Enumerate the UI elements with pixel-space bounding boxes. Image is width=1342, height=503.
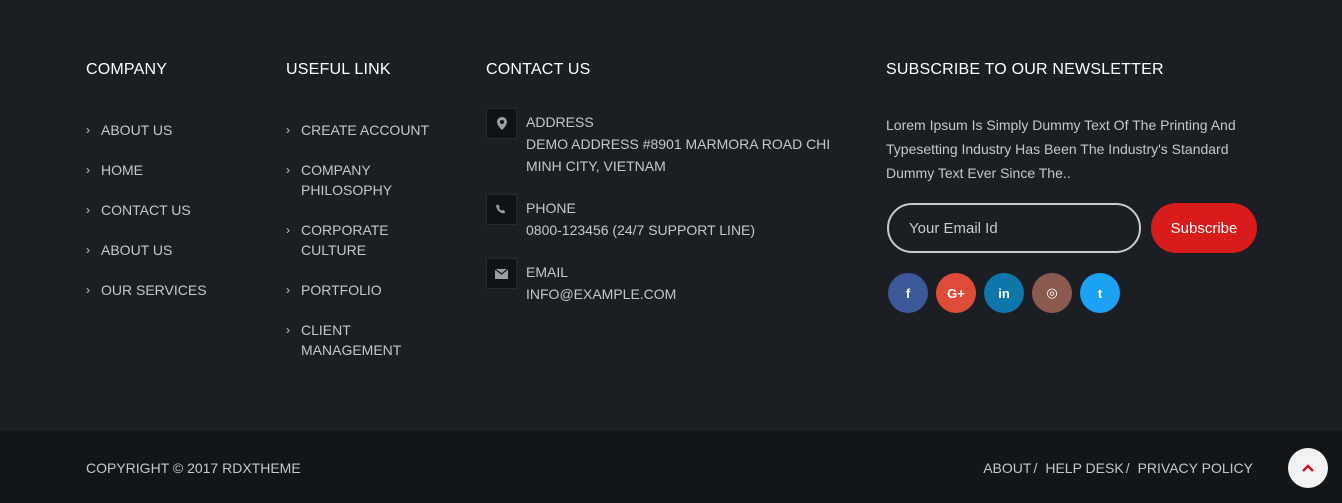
bottom-link-about[interactable]: ABOUT xyxy=(983,458,1031,478)
twitter-icon[interactable]: t xyxy=(1080,273,1120,313)
chevron-right-icon: › xyxy=(86,123,90,137)
phone-value: 0800-123456 (24/7 SUPPORT LINE) xyxy=(526,222,756,238)
company-links: › ABOUT US › HOME › CONTACT US › ABOUT US › O… xyxy=(86,120,266,300)
useful-link-portfolio[interactable]: › PORTFOLIO xyxy=(286,280,466,300)
company-link-our-services[interactable]: › OUR SERVICES xyxy=(86,280,266,300)
scroll-to-top-button[interactable] xyxy=(1288,448,1328,488)
phone-icon xyxy=(486,194,517,225)
bottom-link-privacy-policy[interactable]: PRIVACY POLICY xyxy=(1138,458,1253,478)
chevron-right-icon: › xyxy=(286,223,290,237)
google-plus-icon[interactable]: G+ xyxy=(936,273,976,313)
chevron-right-icon: › xyxy=(86,163,90,177)
useful-link-company-philosophy[interactable]: › COMPANY PHILOSOPHY xyxy=(286,160,406,200)
instagram-icon[interactable]: ◎ xyxy=(1032,273,1072,313)
company-title: COMPANY xyxy=(86,61,168,78)
email-label: EMAIL xyxy=(526,264,569,280)
footer-bottom: COPYRIGHT © 2017 RDXTHEME ABOUT / HELP DE… xyxy=(0,431,1342,503)
contact-email: EMAIL INFO@EXAMPLE.COM xyxy=(486,258,866,306)
chevron-right-icon: › xyxy=(86,203,90,217)
chevron-right-icon: › xyxy=(286,283,290,297)
envelope-icon xyxy=(486,258,517,289)
chevron-right-icon: › xyxy=(286,323,290,337)
company-link-about-us-2[interactable]: › ABOUT US xyxy=(86,240,266,260)
contact-column: CONTACT US ADDRESS DEMO ADDRESS #8901 MA… xyxy=(486,60,866,326)
phone-label: PHONE xyxy=(526,200,576,216)
contact-title: CONTACT US xyxy=(486,61,591,78)
chevron-right-icon: › xyxy=(86,283,90,297)
linkedin-icon[interactable]: in xyxy=(984,273,1024,313)
chevron-right-icon: › xyxy=(86,243,90,257)
bottom-links: ABOUT / HELP DESK / PRIVACY POLICY xyxy=(983,458,1253,478)
email-value[interactable]: INFO@EXAMPLE.COM xyxy=(526,283,866,305)
link-separator: / xyxy=(1125,460,1130,476)
map-marker-icon xyxy=(486,108,517,139)
newsletter-text: Lorem Ipsum Is Simply Dummy Text Of The … xyxy=(886,117,1236,181)
contact-address: ADDRESS DEMO ADDRESS #8901 MARMORA ROAD … xyxy=(486,108,866,178)
useful-link-client-management[interactable]: › CLIENT MANAGEMENT xyxy=(286,320,406,360)
chevron-up-icon xyxy=(1302,464,1314,472)
company-link-contact-us[interactable]: › CONTACT US xyxy=(86,200,266,220)
social-links: f G+ in ◎ t xyxy=(888,273,1128,313)
footer-main: COMPANY › ABOUT US › HOME › CONTACT US › ABO… xyxy=(0,0,1342,431)
company-column: COMPANY › ABOUT US › HOME › CONTACT US › ABO… xyxy=(86,60,266,320)
useful-link-title: USEFUL LINK xyxy=(286,61,391,78)
contact-list: ADDRESS DEMO ADDRESS #8901 MARMORA ROAD … xyxy=(486,108,866,306)
company-link-about-us[interactable]: › ABOUT US xyxy=(86,120,266,140)
email-input[interactable] xyxy=(887,203,1141,253)
subscribe-button[interactable]: Subscribe xyxy=(1151,203,1257,253)
bottom-link-help-desk[interactable]: HELP DESK xyxy=(1045,458,1123,478)
useful-link-create-account[interactable]: › CREATE ACCOUNT xyxy=(286,120,466,140)
useful-link-column: USEFUL LINK › CREATE ACCOUNT › COMPANY PHI… xyxy=(286,60,466,380)
useful-link-corporate-culture[interactable]: › CORPORATE CULTURE xyxy=(286,220,406,260)
address-value: DEMO ADDRESS #8901 MARMORA ROAD CHI MINH… xyxy=(526,136,831,174)
link-separator: / xyxy=(1033,460,1038,476)
contact-phone: PHONE 0800-123456 (24/7 SUPPORT LINE) xyxy=(486,194,866,242)
address-label: ADDRESS xyxy=(526,114,594,130)
chevron-right-icon: › xyxy=(286,163,290,177)
company-link-home[interactable]: › HOME xyxy=(86,160,266,180)
chevron-right-icon: › xyxy=(286,123,290,137)
useful-links: › CREATE ACCOUNT › COMPANY PHILOSOPHY › COR… xyxy=(286,120,466,360)
newsletter-column: SUBSCRIBE TO OUR NEWSLETTER Lorem Ipsum … xyxy=(886,60,1286,313)
copyright-text: COPYRIGHT © 2017 RDXTHEME xyxy=(86,460,301,476)
newsletter-title: SUBSCRIBE TO OUR NEWSLETTER xyxy=(886,61,1164,78)
facebook-icon[interactable]: f xyxy=(888,273,928,313)
